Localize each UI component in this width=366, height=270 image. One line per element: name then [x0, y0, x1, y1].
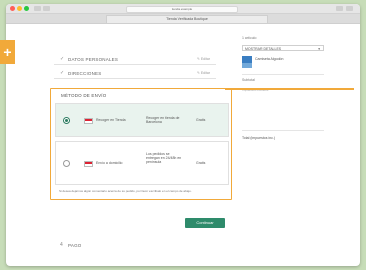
step-label: DIRECCIONES: [68, 71, 102, 76]
divider: [242, 130, 324, 131]
share-icon[interactable]: [336, 6, 343, 11]
forward-icon[interactable]: [43, 6, 50, 11]
product-name: Camiseta Algodón: [255, 57, 284, 61]
address-bar[interactable]: tienda.example: [126, 6, 238, 13]
step-label: DATOS PERSONALES: [68, 57, 119, 62]
method-name: Envío a domicilio: [96, 161, 123, 165]
divider: [242, 74, 324, 75]
check-icon: ✓: [60, 56, 65, 62]
maximize-window-button[interactable]: [24, 6, 29, 11]
carrier-logo-icon: [84, 161, 93, 167]
plus-icon: +: [0, 40, 15, 64]
method-name: Recoger en Tienda: [96, 118, 126, 122]
total-label: Total (impuestos inc.): [242, 136, 276, 140]
subtotal-label: Subtotal: [242, 78, 255, 82]
chevron-down-icon: ▾: [318, 47, 320, 51]
step-number-icon: 4: [60, 242, 63, 248]
step-payment[interactable]: 4 PAGO: [54, 240, 216, 250]
tab-active[interactable]: Tienda Verificada Boutique: [106, 15, 268, 23]
section-title: MÉTODO DE ENVÍO: [61, 93, 107, 98]
check-icon: ✓: [60, 70, 65, 76]
toggle-label: MOSTRAR DETALLES: [245, 47, 282, 51]
minimize-window-button[interactable]: [17, 6, 22, 11]
step-addresses[interactable]: ✓ DIRECCIONES ✎ Editar: [54, 68, 216, 79]
close-window-button[interactable]: [10, 6, 15, 11]
shipping-option-delivery[interactable]: Envío a domicilio Los pedidos se entrega…: [55, 141, 229, 185]
tabs-icon[interactable]: [346, 6, 353, 11]
cart-count: 1 artículo: [242, 36, 257, 40]
back-icon[interactable]: [34, 6, 41, 11]
callout-line: [225, 88, 354, 90]
shipping-option-pickup[interactable]: Recoger en Tienda Recoger en tienda de B…: [55, 103, 229, 137]
radio-button[interactable]: [63, 117, 70, 124]
tab-bar: Tienda Verificada Boutique: [6, 14, 360, 24]
method-description: Los pedidos se entregan en 24/48h en pen…: [146, 152, 182, 164]
step-personal-data[interactable]: ✓ DATOS PERSONALES ✎ Editar: [54, 54, 216, 65]
product-thumbnail: [242, 56, 252, 68]
method-cost: Gratis: [196, 118, 206, 122]
edit-link[interactable]: ✎ Editar: [197, 57, 210, 61]
total-row: Total (impuestos inc.): [242, 136, 324, 140]
browser-toolbar: tienda.example: [6, 4, 360, 14]
browser-window: tienda.example Tienda Verificada Boutiqu…: [6, 4, 360, 266]
method-cost: Gratis: [196, 161, 206, 165]
step-label: PAGO: [68, 243, 82, 248]
edit-link[interactable]: ✎ Editar: [197, 71, 210, 75]
shipping-method-section: MÉTODO DE ENVÍO Recoger en Tienda Recoge…: [50, 88, 232, 200]
comment-note: Si desea dejarnos algún comentario acerc…: [59, 189, 192, 193]
details-toggle[interactable]: MOSTRAR DETALLES ▾: [242, 45, 324, 51]
method-description: Recoger en tienda de Barcelona: [146, 116, 180, 124]
continue-button[interactable]: Continuar: [185, 218, 225, 228]
carrier-logo-icon: [84, 118, 93, 124]
radio-button[interactable]: [63, 160, 70, 167]
